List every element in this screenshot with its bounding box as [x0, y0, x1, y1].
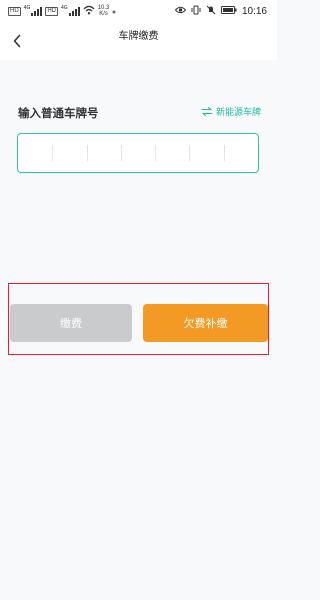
arrears-payment-button[interactable]: 欠费补缴	[143, 304, 268, 342]
new-energy-plate-switch[interactable]: 新能源车牌	[201, 105, 261, 118]
signal-strength-icon-sim1: 4G	[24, 6, 43, 16]
plate-char-cell-7[interactable]	[223, 134, 258, 172]
plate-number-input[interactable]	[17, 133, 259, 173]
switch-arrows-icon	[201, 107, 213, 116]
network-speed: 10.3 K/s	[98, 5, 110, 17]
network-type-label-2: 4G	[61, 5, 68, 11]
sim2-hd-badge: HD	[45, 6, 59, 16]
nav-bar: 车牌缴费	[0, 22, 277, 60]
status-bar: HD 4G HD 4G 10.3 K/s 10:16	[0, 0, 277, 22]
status-left-group: HD 4G HD 4G 10.3 K/s	[8, 4, 116, 18]
vibrate-icon	[191, 5, 201, 17]
page-title: 车牌缴费	[118, 31, 159, 42]
plate-char-cell-1[interactable]	[18, 134, 52, 172]
notification-dot-icon	[112, 6, 116, 16]
plate-char-cell-5[interactable]	[155, 134, 189, 172]
eye-icon	[174, 6, 187, 16]
network-speed-unit: K/s	[99, 11, 108, 17]
new-energy-plate-label: 新能源车牌	[215, 108, 261, 118]
plate-char-cell-2[interactable]	[52, 134, 86, 172]
plate-input-label: 输入普通车牌号	[18, 106, 99, 120]
status-time: 10:16	[241, 5, 267, 17]
pay-button[interactable]: 缴费	[10, 304, 132, 342]
sim1-hd-badge: HD	[8, 6, 21, 16]
status-right-group: 10:16	[174, 4, 267, 18]
plate-char-cell-6[interactable]	[189, 134, 223, 172]
mute-icon	[206, 5, 216, 17]
plate-char-cell-3[interactable]	[86, 134, 121, 172]
plate-char-cell-4[interactable]	[120, 134, 155, 172]
wifi-icon	[83, 5, 95, 17]
network-type-label-1: 4G	[23, 5, 31, 11]
battery-icon	[220, 6, 237, 16]
signal-strength-icon-sim2: 4G	[61, 6, 80, 16]
